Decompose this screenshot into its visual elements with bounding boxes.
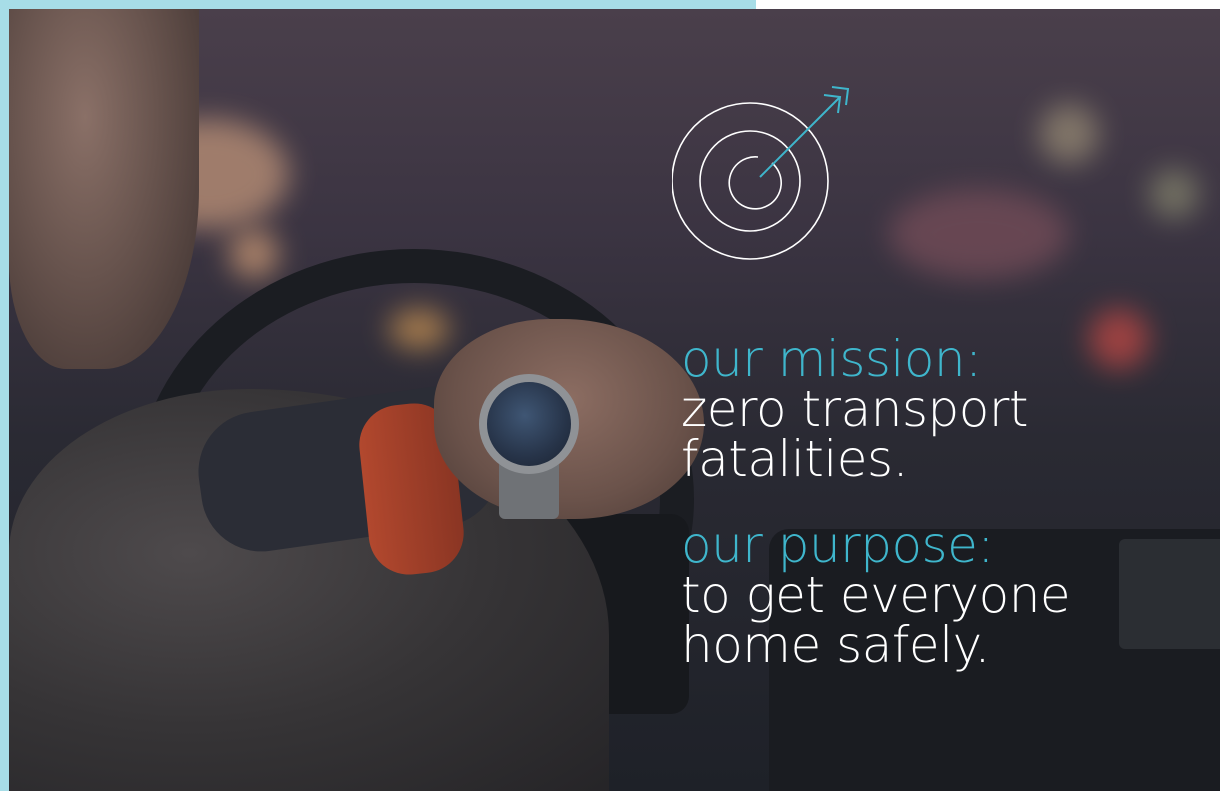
driver-head xyxy=(9,9,199,369)
frame-left-bar xyxy=(0,0,9,791)
purpose-line-2: home safely. xyxy=(681,616,990,674)
copy-spacer xyxy=(681,484,1211,520)
bokeh-light xyxy=(889,189,1069,279)
purpose-label: our purpose: xyxy=(681,516,994,574)
wristwatch xyxy=(479,374,579,474)
purpose-line-1: to get everyone xyxy=(681,566,1071,624)
mission-line-2: fatalities. xyxy=(681,430,908,488)
mission-line-1: zero transport xyxy=(681,380,1028,438)
mission-label: our mission: xyxy=(681,330,982,388)
bokeh-light xyxy=(229,229,279,279)
frame-top-bar xyxy=(0,0,756,9)
mission-purpose-copy: our mission: zero transport fatalities. … xyxy=(681,334,1211,670)
bokeh-light xyxy=(1149,169,1199,219)
target-arrow-icon xyxy=(672,86,850,260)
bokeh-light xyxy=(1039,104,1099,164)
